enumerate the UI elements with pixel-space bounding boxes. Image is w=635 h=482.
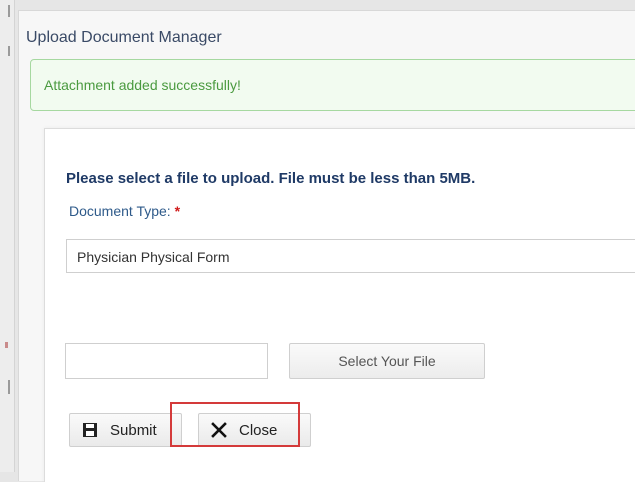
document-type-label-text: Document Type: [69, 203, 171, 219]
select-file-button-label: Select Your File [338, 353, 436, 369]
select-file-button[interactable]: Select Your File [289, 343, 485, 379]
upload-instructions: Please select a file to upload. File mus… [66, 170, 476, 187]
document-type-label: Document Type: * [69, 203, 180, 219]
edge-mark [8, 380, 10, 394]
edge-mark [8, 5, 10, 17]
upload-dialog: Upload Document Manager Attachment added… [18, 10, 635, 482]
document-type-select[interactable]: Physician Physical Form [66, 239, 635, 273]
edge-mark [8, 46, 10, 56]
success-message: Attachment added successfully! [44, 77, 241, 93]
document-type-selected-value: Physician Physical Form [77, 249, 230, 265]
background-window-edge [0, 0, 15, 472]
required-marker: * [174, 203, 181, 219]
close-button-highlight [170, 402, 300, 447]
success-alert: Attachment added successfully! [30, 59, 635, 111]
edge-dot [5, 342, 8, 348]
dialog-title: Upload Document Manager [26, 29, 222, 46]
file-name-field[interactable] [65, 343, 268, 379]
save-icon [82, 422, 98, 438]
submit-button-label: Submit [110, 421, 157, 439]
upload-form-panel: Please select a file to upload. File mus… [44, 128, 635, 482]
submit-button[interactable]: Submit [69, 413, 182, 447]
